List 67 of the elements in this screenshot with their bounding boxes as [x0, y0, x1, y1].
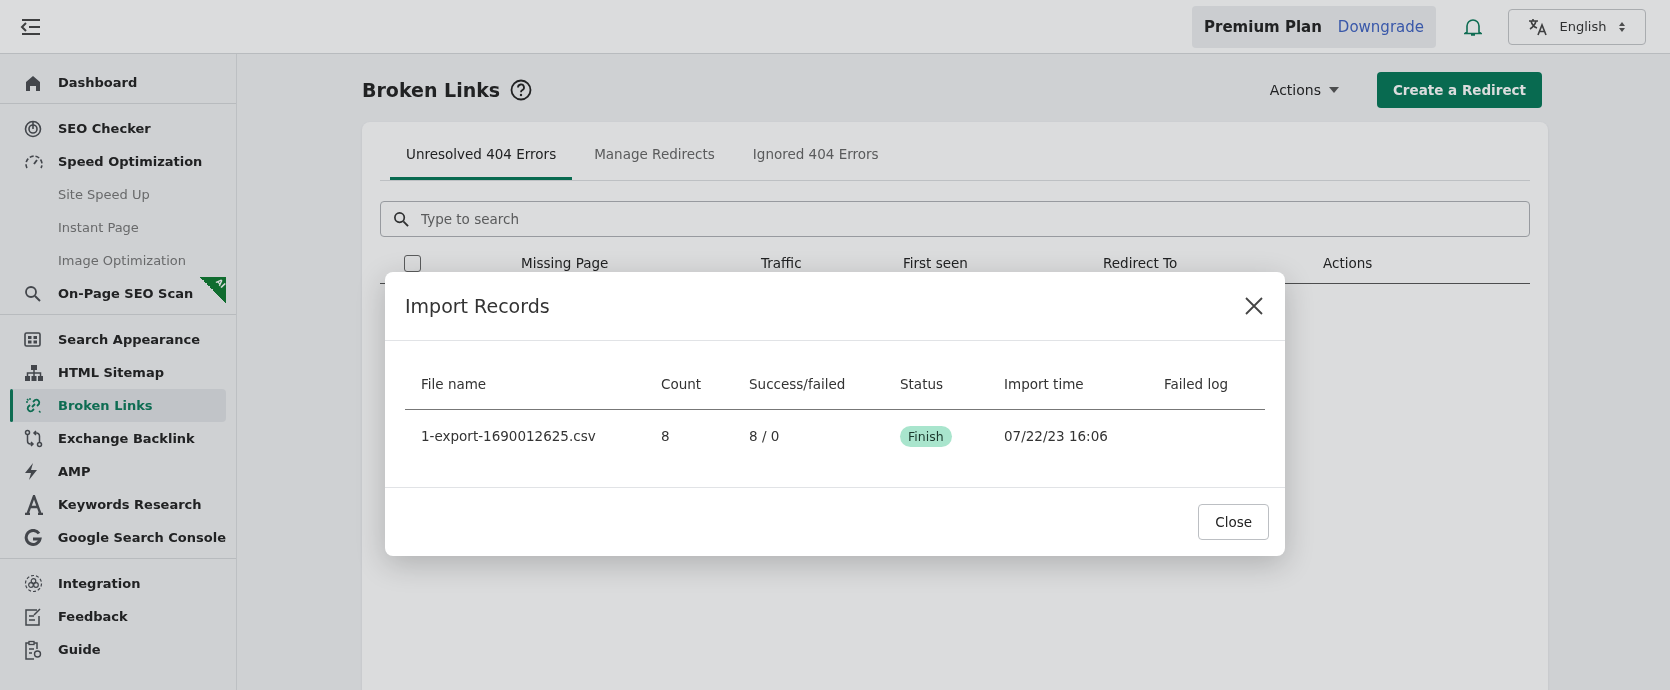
- close-button[interactable]: Close: [1198, 504, 1269, 540]
- column-header: Success/failed: [749, 376, 847, 392]
- column-header: Import time: [1004, 376, 1085, 392]
- actions-dropdown[interactable]: Actions: [1263, 81, 1345, 99]
- sitemap-icon: [24, 363, 44, 382]
- column-header: Count: [661, 376, 703, 392]
- sidebar-item[interactable]: Image Optimization: [10, 244, 226, 277]
- translate-icon: [1527, 17, 1548, 36]
- sidebar-item[interactable]: Instant Page: [10, 211, 226, 244]
- g-logo-icon: [24, 528, 42, 547]
- column-header: Status: [900, 376, 945, 392]
- sidebar-item[interactable]: AMP: [10, 455, 226, 488]
- downgrade-link[interactable]: Downgrade: [1337, 17, 1424, 36]
- sidebar-item[interactable]: Google Search Console: [10, 521, 226, 554]
- select-all-checkbox[interactable]: [404, 254, 421, 272]
- sidebar-item[interactable]: Feedback: [10, 600, 226, 633]
- table-cell-text: 07/22/23 16:06: [1004, 428, 1109, 444]
- plan-name: Premium Plan: [1204, 17, 1322, 36]
- sidebar-item[interactable]: Integration: [10, 567, 226, 600]
- target-icon: [24, 119, 42, 138]
- sidebar-item[interactable]: SEO Checker: [10, 112, 226, 145]
- table-cell-text: 8 / 0: [749, 428, 781, 444]
- search-field[interactable]: Type to search: [380, 201, 1530, 237]
- column-header: Traffic: [761, 255, 803, 271]
- feedback-icon: [24, 607, 42, 626]
- sidebar-item[interactable]: On-Page SEO Scan AI: [10, 277, 226, 310]
- sidebar-item[interactable]: Dashboard: [10, 66, 226, 99]
- table-cell-text: 8: [661, 428, 671, 444]
- table-cell-text: 1-export-1690012625.csv: [421, 428, 597, 444]
- page-title: Broken Links: [362, 79, 501, 101]
- column-header: First seen: [903, 255, 969, 271]
- tab[interactable]: Unresolved 404 Errors: [390, 130, 573, 180]
- sort-arrows-icon: [1618, 20, 1627, 33]
- lightning-icon: [24, 462, 38, 481]
- help-icon[interactable]: [510, 79, 533, 101]
- sidebar-item[interactable]: Speed Optimization: [10, 145, 226, 178]
- language-select[interactable]: English: [1508, 8, 1646, 45]
- search-icon: [24, 285, 41, 302]
- home-icon: [24, 73, 42, 92]
- caret-icon: [1328, 87, 1339, 93]
- sidebar-item[interactable]: Guide: [10, 633, 226, 666]
- tab[interactable]: Ignored 404 Errors: [736, 130, 895, 180]
- gauge-icon: [24, 152, 44, 171]
- sidebar-item[interactable]: Search Appearance: [10, 323, 226, 356]
- create-redirect-button[interactable]: Create a Redirect: [1376, 72, 1542, 108]
- column-header: Missing Page: [521, 255, 610, 271]
- integration-icon: [24, 574, 43, 593]
- column-header: Failed log: [1164, 376, 1230, 392]
- tab[interactable]: Manage Redirects: [578, 130, 731, 180]
- serif-letter-icon: [24, 494, 44, 515]
- exchange-icon: [24, 429, 43, 448]
- search-icon: [393, 211, 409, 227]
- link-icon: [24, 396, 43, 415]
- column-header: Redirect To: [1103, 255, 1179, 271]
- dialog-title: Import Records: [405, 295, 550, 317]
- close-icon[interactable]: [1245, 297, 1263, 315]
- status-badge: Finish: [900, 426, 952, 447]
- sidebar-item[interactable]: Site Speed Up: [10, 178, 226, 211]
- sidebar-item[interactable]: Broken Links: [10, 389, 226, 422]
- sidebar-item[interactable]: HTML Sitemap: [10, 356, 226, 389]
- column-header: Actions: [1323, 255, 1373, 271]
- column-header: File name: [421, 376, 488, 392]
- sidebar-item[interactable]: Exchange Backlink: [10, 422, 226, 455]
- sidebar-item[interactable]: Keywords Research: [10, 488, 226, 521]
- bell-icon[interactable]: [1464, 16, 1482, 37]
- clipboard-icon: [24, 639, 42, 660]
- grid-icon: [24, 332, 41, 347]
